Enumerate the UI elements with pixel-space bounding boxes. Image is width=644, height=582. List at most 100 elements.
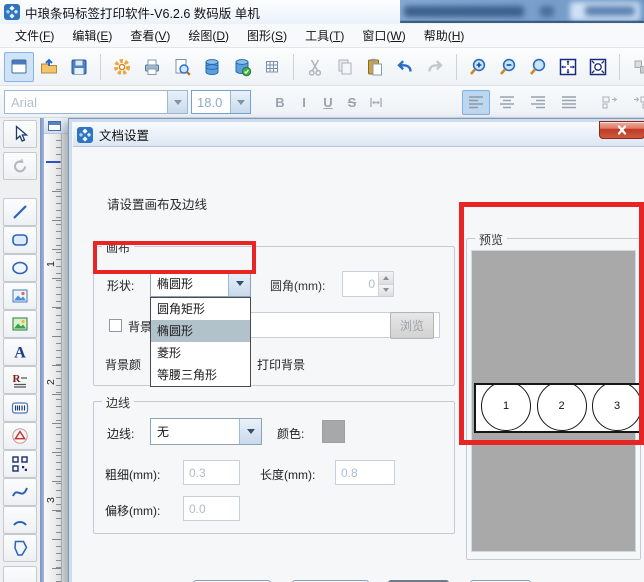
corner-radius-spinner[interactable]: 0	[342, 271, 394, 297]
print-preview-button[interactable]	[167, 52, 197, 82]
menu-帮助H[interactable]: 帮助(H)	[415, 24, 474, 47]
main-toolbar	[0, 48, 644, 86]
border-color-label: 颜色:	[277, 425, 304, 442]
length-input[interactable]: 0.8	[335, 460, 395, 485]
bold-button[interactable]: B	[268, 91, 292, 114]
undo-button[interactable]	[390, 52, 420, 82]
thickness-input[interactable]: 0.3	[183, 460, 240, 485]
grid-icon	[262, 57, 282, 77]
settings-button[interactable]	[107, 52, 137, 82]
dialog-titlebar[interactable]: 文档设置	[73, 123, 644, 147]
chevron-down-icon[interactable]	[230, 91, 250, 113]
thickness-label: 粗细(mm):	[105, 466, 160, 483]
underline-button[interactable]: U	[316, 91, 340, 114]
shape-value: 椭圆形	[151, 275, 228, 292]
align-left-button[interactable]	[462, 90, 490, 115]
rounded-rect-icon	[10, 230, 30, 250]
offset-input[interactable]: 0.0	[183, 496, 240, 521]
select-tool-button[interactable]	[3, 120, 37, 148]
border-color-swatch[interactable]	[322, 420, 345, 443]
open-document-button[interactable]	[34, 52, 64, 82]
grid-button[interactable]	[257, 52, 287, 82]
rich-text-tool-button[interactable]: R	[3, 366, 37, 394]
align-center-button[interactable]	[493, 90, 521, 115]
copy-pages-icon	[335, 57, 355, 77]
polygon-tool-button[interactable]	[3, 534, 37, 562]
zoom-tool-button[interactable]	[523, 52, 553, 82]
menu-工具T[interactable]: 工具(T)	[296, 24, 353, 47]
zoom-out-button[interactable]	[493, 52, 523, 82]
font-size-select[interactable]: 18.0	[191, 90, 251, 114]
align-right-button[interactable]	[524, 90, 552, 115]
zoom-in-button[interactable]	[463, 52, 493, 82]
line-tool-button[interactable]	[3, 198, 37, 226]
image-blue-icon	[10, 286, 30, 306]
background-image-checkbox[interactable]	[109, 319, 122, 332]
shape-select[interactable]: 椭圆形	[150, 270, 251, 297]
menu-编辑E[interactable]: 编辑(E)	[63, 24, 121, 47]
kerning-button[interactable]	[364, 91, 388, 114]
ellipse-tool-button[interactable]	[3, 254, 37, 282]
hidden-tool-tool-button[interactable]	[3, 566, 37, 582]
align-center-icon	[499, 95, 515, 110]
border-line-select[interactable]: 无	[150, 418, 262, 445]
shape-tool-button[interactable]	[3, 422, 37, 450]
shape-option-菱形[interactable]: 菱形	[151, 342, 250, 364]
menu-绘图D[interactable]: 绘图(D)	[179, 24, 238, 47]
menu-文件F[interactable]: 文件(F)	[6, 24, 63, 47]
corner-radius-value: 0	[343, 272, 378, 296]
font-family-select[interactable]: Arial	[4, 90, 188, 114]
menu-图形S[interactable]: 图形(S)	[238, 24, 296, 47]
shape-option-圆角矩形[interactable]: 圆角矩形	[151, 298, 250, 320]
redo-arrow-icon	[425, 57, 445, 77]
arc-icon	[10, 510, 30, 530]
arc-tool-button[interactable]	[3, 506, 37, 534]
chevron-down-icon[interactable]	[239, 419, 261, 444]
paste-button[interactable]	[360, 52, 390, 82]
rounded-rectangle-tool-button[interactable]	[3, 226, 37, 254]
line-icon	[10, 202, 30, 222]
drawing-toolbox: AR	[0, 118, 40, 582]
text-tool-button[interactable]: A	[3, 338, 37, 366]
preview-ellipse-3: 3	[592, 383, 641, 431]
shape-label: 形状:	[107, 277, 134, 294]
close-button[interactable]	[599, 121, 644, 139]
barcode-tool-button[interactable]	[3, 394, 37, 422]
browse-button[interactable]: 浏览	[390, 312, 434, 339]
none-icon	[10, 570, 30, 582]
cursor-icon	[10, 124, 30, 144]
magnifier-plus-icon	[468, 57, 488, 77]
clipboard-paste-icon	[365, 57, 385, 77]
menu-窗口W[interactable]: 窗口(W)	[353, 24, 414, 47]
image-tool-button[interactable]	[3, 282, 37, 310]
fit-window-button[interactable]	[553, 52, 583, 82]
length-label: 长度(mm):	[260, 466, 315, 483]
spinner-down-icon[interactable]	[379, 285, 393, 297]
align-right-icon	[530, 95, 546, 110]
group-shapes-icon	[631, 57, 644, 77]
chevron-down-icon[interactable]	[228, 271, 250, 296]
picture-tool-button[interactable]	[3, 310, 37, 338]
save-button[interactable]	[64, 52, 94, 82]
preview-ellipse-1: 1	[481, 383, 531, 431]
chevron-down-icon[interactable]	[167, 91, 187, 113]
qrcode-tool-button[interactable]	[3, 450, 37, 478]
fit-object-button[interactable]	[583, 52, 613, 82]
shape-option-椭圆形[interactable]: 椭圆形	[151, 320, 250, 342]
toolbar-separator	[619, 54, 620, 80]
shape-option-等腰三角形[interactable]: 等腰三角形	[151, 364, 250, 386]
italic-button[interactable]: I	[292, 91, 316, 114]
menu-查看V[interactable]: 查看(V)	[121, 24, 179, 47]
align-justify-button[interactable]	[555, 90, 583, 115]
spinner-up-icon[interactable]	[379, 272, 393, 285]
print-button[interactable]	[137, 52, 167, 82]
spacing-v-icon	[632, 95, 644, 110]
database-connect-button[interactable]	[227, 52, 257, 82]
new-document-button[interactable]	[4, 52, 34, 82]
database-button[interactable]	[197, 52, 227, 82]
cut-button	[300, 52, 330, 82]
align-left-icon	[468, 95, 484, 110]
spacing-h-icon	[602, 95, 618, 110]
curve-tool-button[interactable]	[3, 478, 37, 506]
strikethrough-button[interactable]: S	[340, 91, 364, 114]
